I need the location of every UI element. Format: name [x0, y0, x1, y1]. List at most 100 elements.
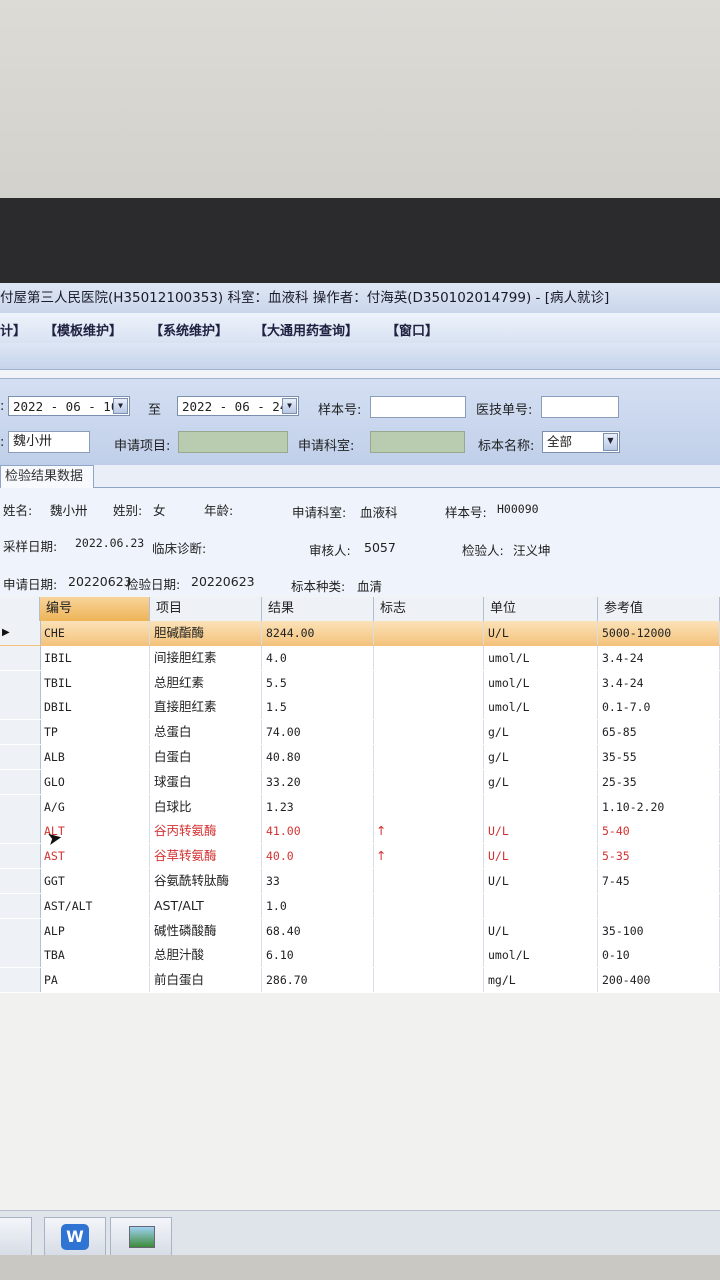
col-header-unit[interactable]: 单位: [484, 597, 598, 621]
cell-result: 40.80: [262, 745, 374, 769]
cell-name: 直接胆红素: [150, 695, 262, 720]
cell-flag: [374, 794, 484, 819]
cell-result: 33.20: [262, 769, 374, 794]
taskbar: W: [0, 1210, 720, 1261]
cell-code: A/G: [40, 794, 150, 819]
cell-code: GLO: [40, 769, 150, 794]
row-header[interactable]: [0, 645, 41, 670]
tab-results[interactable]: 检验结果数据: [0, 465, 95, 488]
menu-item-template[interactable]: 【模板维护】: [44, 320, 122, 339]
table-row[interactable]: ALB 白蛋白 40.80 g/L 35-55: [0, 745, 720, 771]
cell-name: 总胆汁酸: [150, 943, 262, 968]
row-header[interactable]: [0, 769, 41, 794]
table-row[interactable]: GGT 谷氨酰转肽酶 33 U/L 7-45: [0, 869, 720, 895]
taskbar-wps[interactable]: W: [44, 1217, 106, 1257]
specimen-name-select[interactable]: 全部 ▼: [542, 431, 620, 453]
menu-item-system[interactable]: 【系统维护】: [150, 320, 228, 339]
row-header[interactable]: [0, 794, 41, 819]
table-row[interactable]: ALP 碱性磷酸酶 68.40 U/L 35-100: [0, 918, 720, 945]
row-header[interactable]: [0, 695, 41, 720]
reviewer-value: 5057: [364, 540, 396, 555]
table-row[interactable]: ▶ CHE 胆碱酯酶 8244.00 U/L 5000-12000: [0, 621, 720, 647]
request-date-label: 申请日期:: [3, 577, 58, 592]
cell-unit: [484, 893, 598, 918]
date-to-dropdown-icon[interactable]: ▼: [282, 398, 297, 414]
date-from-field[interactable]: 2022 - 06 - 10 ▼: [8, 396, 130, 416]
cell-result: 1.0: [262, 893, 374, 918]
table-row[interactable]: DBIL 直接胆红素 1.5 umol/L 0.1-7.0: [0, 695, 720, 722]
cell-ref: 0.1-7.0: [598, 695, 720, 720]
tester-label: 检验人:: [462, 543, 504, 558]
image-viewer-icon: [129, 1226, 155, 1248]
col-header-ref[interactable]: 参考值: [598, 597, 720, 621]
request-dept-input[interactable]: [370, 431, 465, 453]
sample-no-label: 样本号:: [318, 403, 362, 418]
table-row[interactable]: TBIL 总胆红素 5.5 umol/L 3.4-24: [0, 670, 720, 697]
cell-name: 白球比: [150, 794, 262, 819]
table-row[interactable]: PA 前白蛋白 286.70 mg/L 200-400: [0, 968, 720, 994]
specimen-name-value: 全部: [547, 434, 573, 449]
cell-flag: [374, 943, 484, 968]
cell-unit: U/L: [484, 918, 598, 943]
date-from-dropdown-icon[interactable]: ▼: [113, 398, 128, 414]
specimen-dropdown-icon[interactable]: ▼: [603, 433, 618, 451]
col-header-flag[interactable]: 标志: [374, 597, 484, 621]
sample-value: H00090: [497, 502, 539, 516]
test-date-label: 检验日期:: [126, 577, 181, 592]
cell-flag: [374, 869, 484, 893]
request-item-label: 申请项目:: [114, 439, 171, 454]
cell-unit: U/L: [484, 819, 598, 844]
cell-ref: 5-35: [598, 844, 720, 869]
cell-name: 白蛋白: [150, 745, 262, 769]
sample-no-input[interactable]: [370, 396, 466, 418]
row-header[interactable]: [0, 943, 41, 968]
table-row[interactable]: TBA 总胆汁酸 6.10 umol/L 0-10: [0, 943, 720, 970]
name-label: 姓名:: [3, 503, 33, 518]
toolbar-divider: [0, 370, 720, 379]
gender-value: 女: [153, 503, 166, 518]
row-header[interactable]: ▶: [0, 621, 41, 645]
cell-ref: 3.4-24: [598, 670, 720, 695]
cell-ref: 35-55: [598, 745, 720, 769]
taskbar-image-viewer[interactable]: [110, 1217, 172, 1257]
cell-name: 谷草转氨酶: [150, 844, 262, 869]
row-header[interactable]: [0, 918, 41, 943]
table-row[interactable]: TP 总蛋白 74.00 g/L 65-85: [0, 720, 720, 746]
menu-item-stats[interactable]: 计】: [0, 320, 26, 339]
row-header[interactable]: [0, 819, 41, 844]
patient-info-panel: 姓名: 魏小卅 姓别: 女 年龄: 申请科室: 血液科 样本号: H00090 …: [0, 488, 720, 596]
tech-no-input[interactable]: [541, 396, 619, 418]
table-row[interactable]: AST/ALT AST/ALT 1.0: [0, 893, 720, 920]
row-header[interactable]: [0, 893, 41, 918]
table-row[interactable]: A/G 白球比 1.23 1.10-2.20: [0, 794, 720, 821]
taskbar-app-left[interactable]: [0, 1217, 32, 1257]
cell-result: 33: [262, 869, 374, 893]
col-header-result[interactable]: 结果: [262, 597, 374, 621]
table-row[interactable]: ALT 谷丙转氨酶 41.00 ↑ U/L 5-40: [0, 819, 720, 846]
row-header[interactable]: [0, 720, 41, 745]
cell-code: TBIL: [40, 670, 150, 695]
row-header[interactable]: [0, 670, 41, 695]
wps-icon: W: [61, 1224, 89, 1250]
col-header-code[interactable]: 编号: [40, 597, 150, 621]
row-header[interactable]: [0, 968, 41, 993]
row-header[interactable]: [0, 869, 41, 893]
sample-label: 样本号:: [445, 505, 487, 520]
cell-ref: 7-45: [598, 869, 720, 893]
table-row[interactable]: GLO 球蛋白 33.20 g/L 25-35: [0, 769, 720, 796]
cell-ref: 35-100: [598, 918, 720, 943]
patient-name-input[interactable]: 魏小卅: [8, 431, 90, 453]
table-row[interactable]: AST 谷草转氨酶 40.0 ↑ U/L 5-35: [0, 844, 720, 870]
date-to-field[interactable]: 2022 - 06 - 24 ▼: [177, 396, 299, 416]
cell-code: AST/ALT: [40, 893, 150, 918]
request-date-value: 20220623: [68, 574, 132, 589]
row-header[interactable]: [0, 844, 41, 869]
menu-item-drug-query[interactable]: 【大通用药查询】: [254, 320, 358, 339]
request-item-input[interactable]: [178, 431, 288, 453]
table-row[interactable]: IBIL 间接胆红素 4.0 umol/L 3.4-24: [0, 645, 720, 672]
cell-ref: 1.10-2.20: [598, 794, 720, 819]
row-header[interactable]: [0, 745, 41, 769]
menu-item-window[interactable]: 【窗口】: [386, 320, 438, 339]
cell-flag: ↑: [374, 844, 484, 869]
col-header-item[interactable]: 项目: [150, 597, 262, 621]
